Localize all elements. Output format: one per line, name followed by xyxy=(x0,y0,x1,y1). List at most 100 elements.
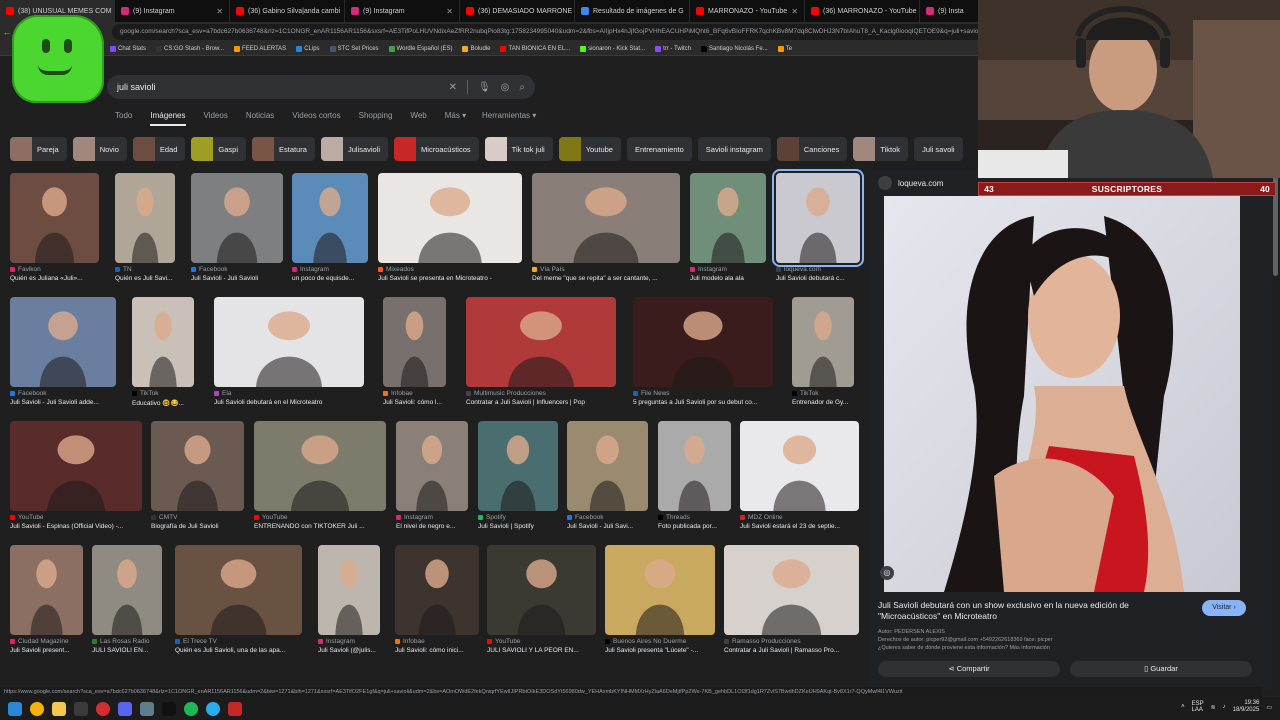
image-caption[interactable]: Buenos Aires No Duerme Juli Savioli prese… xyxy=(605,638,715,654)
image-result[interactable] xyxy=(175,545,302,635)
related-chip[interactable]: Microacústicos xyxy=(394,137,479,161)
search-icon[interactable]: ⌕ xyxy=(519,82,525,93)
result-tab[interactable]: Videos cortos xyxy=(292,111,340,126)
close-icon[interactable]: ✕ xyxy=(446,7,453,16)
volume-icon[interactable]: ♪ xyxy=(1223,704,1226,710)
browser-tab[interactable]: (36) DEMASIADO MARRONE✕ xyxy=(460,0,575,22)
bookmark-item[interactable]: TAN BIONICA EN EL... xyxy=(500,45,570,52)
image-caption[interactable]: Facebook Juli Savioli - Juli Savioli xyxy=(191,266,283,282)
close-icon[interactable]: ✕ xyxy=(791,7,798,16)
image-caption[interactable]: Infobae Juli Savioli: cómo inici... xyxy=(395,638,479,654)
image-caption[interactable]: Facebook Juli Savioli - Juli Savioli adde… xyxy=(10,390,116,406)
share-button[interactable]: ⋖ Compartir xyxy=(878,661,1060,677)
image-caption[interactable]: Mixeados Juli Savioli se presenta en Micr… xyxy=(378,266,522,282)
image-result[interactable] xyxy=(772,169,864,267)
related-chip[interactable]: Youtube xyxy=(558,137,621,161)
terminal-icon[interactable] xyxy=(162,701,176,716)
related-chip[interactable]: Juli savoli xyxy=(914,137,963,161)
image-caption[interactable]: Las Rosas Radio JULI SAVIOLI EN... xyxy=(92,638,162,654)
image-result[interactable] xyxy=(151,421,244,511)
image-caption[interactable]: YouTube ENTRENANDO con TIKTOKER Juli ... xyxy=(254,514,386,530)
image-caption[interactable]: Instagram un poco de equisde... xyxy=(292,266,368,282)
related-chip[interactable]: Edad xyxy=(132,137,186,161)
bookmark-item[interactable]: Wordle Español (ES) xyxy=(388,45,452,52)
browser-tab[interactable]: (36) Gabino Silva|anda cambi✕ xyxy=(230,0,345,22)
related-chip[interactable]: Canciones xyxy=(776,137,848,161)
image-caption[interactable]: Vía País Del meme "que se repita" a ser c… xyxy=(532,266,680,282)
browser-tab[interactable]: (9) Instagram ✕ xyxy=(345,0,460,22)
image-caption[interactable]: Ciudad Magazine Juli Savioli present... xyxy=(10,638,83,654)
language-indicator[interactable]: ESP LAA xyxy=(1192,701,1204,713)
image-caption[interactable]: Instagram Juli Savioli (@julis... xyxy=(318,638,380,654)
image-caption[interactable]: Instagram Juli modelo ala ala xyxy=(690,266,766,282)
image-result[interactable] xyxy=(633,297,773,387)
image-result[interactable] xyxy=(292,173,368,263)
image-caption[interactable]: Ramasso Producciones Contratar a Juli Sav… xyxy=(724,638,859,654)
save-button[interactable]: ▯ Guardar xyxy=(1070,661,1252,677)
notifications-icon[interactable]: ▭ xyxy=(1266,704,1272,711)
image-caption[interactable]: TikTok Entrenador de Gy... xyxy=(792,390,854,406)
telegram-icon[interactable] xyxy=(206,701,220,716)
image-result[interactable] xyxy=(466,297,616,387)
preview-image[interactable] xyxy=(884,196,1240,592)
browser-tab[interactable]: Resultado de imágenes de G✕ xyxy=(575,0,690,22)
image-result[interactable] xyxy=(605,545,715,635)
image-caption[interactable]: TikTok Educativo 🤓😂... xyxy=(132,390,194,407)
search-input[interactable]: juli savioli xyxy=(117,82,439,92)
image-result[interactable] xyxy=(487,545,596,635)
bookmark-item[interactable]: Chat Stats xyxy=(110,45,146,52)
image-caption[interactable]: loqueva.com Juli Savioli debutará c... xyxy=(776,266,860,282)
image-caption[interactable]: Multimusic Producciones Contratar a Juli … xyxy=(466,390,616,406)
related-chip[interactable]: Julisavioli xyxy=(320,137,389,161)
spotify-icon[interactable] xyxy=(184,701,198,716)
image-result[interactable] xyxy=(378,173,522,263)
image-result[interactable] xyxy=(191,173,283,263)
bookmark-item[interactable]: Santiago Nicolás Fe... xyxy=(700,45,768,52)
related-chip[interactable]: Gaspi xyxy=(191,137,246,161)
image-caption[interactable]: Infobae Juli Savioli: cómo l... xyxy=(383,390,446,406)
image-caption[interactable]: Instagram El nivel de negro e... xyxy=(396,514,468,530)
image-caption[interactable]: Threads Foto publicada por... xyxy=(658,514,731,530)
image-result[interactable] xyxy=(395,545,479,635)
image-result[interactable] xyxy=(478,421,558,511)
image-result[interactable] xyxy=(532,173,680,263)
image-result[interactable] xyxy=(567,421,648,511)
image-caption[interactable]: CMTV Biografía de Juli Savioli xyxy=(151,514,244,530)
clear-icon[interactable]: ✕ xyxy=(449,82,457,93)
tools-button[interactable]: Herramientas ▾ xyxy=(482,111,536,120)
image-result[interactable] xyxy=(10,545,83,635)
image-result[interactable] xyxy=(383,297,446,387)
visual-search-icon[interactable]: ◎ xyxy=(880,566,894,580)
image-result[interactable] xyxy=(792,297,854,387)
app-icon[interactable] xyxy=(228,701,242,716)
image-result[interactable] xyxy=(92,545,162,635)
image-caption[interactable]: MDZ Online Juli Savioli estará el 23 de s… xyxy=(740,514,859,530)
image-result[interactable] xyxy=(10,297,116,387)
image-caption[interactable]: El Trece TV Quién es Juli Savioli, una de… xyxy=(175,638,302,654)
lens-icon[interactable]: ◎ xyxy=(501,82,510,93)
image-result[interactable] xyxy=(658,421,731,511)
obs-icon[interactable] xyxy=(96,701,110,716)
preview-title[interactable]: Juli Savioli debutará con un show exclus… xyxy=(878,600,1188,622)
result-tab[interactable]: Más ▾ xyxy=(445,111,466,126)
image-caption[interactable]: Facebook Juli Savioli - Juli Savi... xyxy=(567,514,648,530)
preview-source[interactable]: loqueva.com xyxy=(878,176,943,190)
browser-tab[interactable]: (9) Instagram ✕ xyxy=(115,0,230,22)
result-tab[interactable]: Shopping xyxy=(359,111,393,126)
image-caption[interactable]: File News 5 preguntas a Juli Savioli por … xyxy=(633,390,773,406)
result-tab[interactable]: Noticias xyxy=(246,111,274,126)
bookmark-item[interactable]: trr - Twitch xyxy=(655,45,691,52)
image-result[interactable] xyxy=(132,297,194,387)
visit-button[interactable]: Visitar › xyxy=(1202,600,1246,616)
image-result[interactable] xyxy=(254,421,386,511)
image-caption[interactable]: TN Quién es Juli Savi... xyxy=(115,266,175,282)
image-result[interactable] xyxy=(214,297,364,387)
bookmark-item[interactable]: CLips xyxy=(296,45,320,52)
microphone-icon[interactable]: 🎙 xyxy=(478,82,491,93)
image-result[interactable] xyxy=(724,545,859,635)
chrome-icon[interactable] xyxy=(30,701,44,716)
windows-start-icon[interactable] xyxy=(8,701,22,716)
bookmark-item[interactable]: STC Set Prices xyxy=(329,45,379,52)
related-chip[interactable]: Tiktok xyxy=(853,137,909,161)
related-chip[interactable]: Entrenamiento xyxy=(626,137,692,161)
